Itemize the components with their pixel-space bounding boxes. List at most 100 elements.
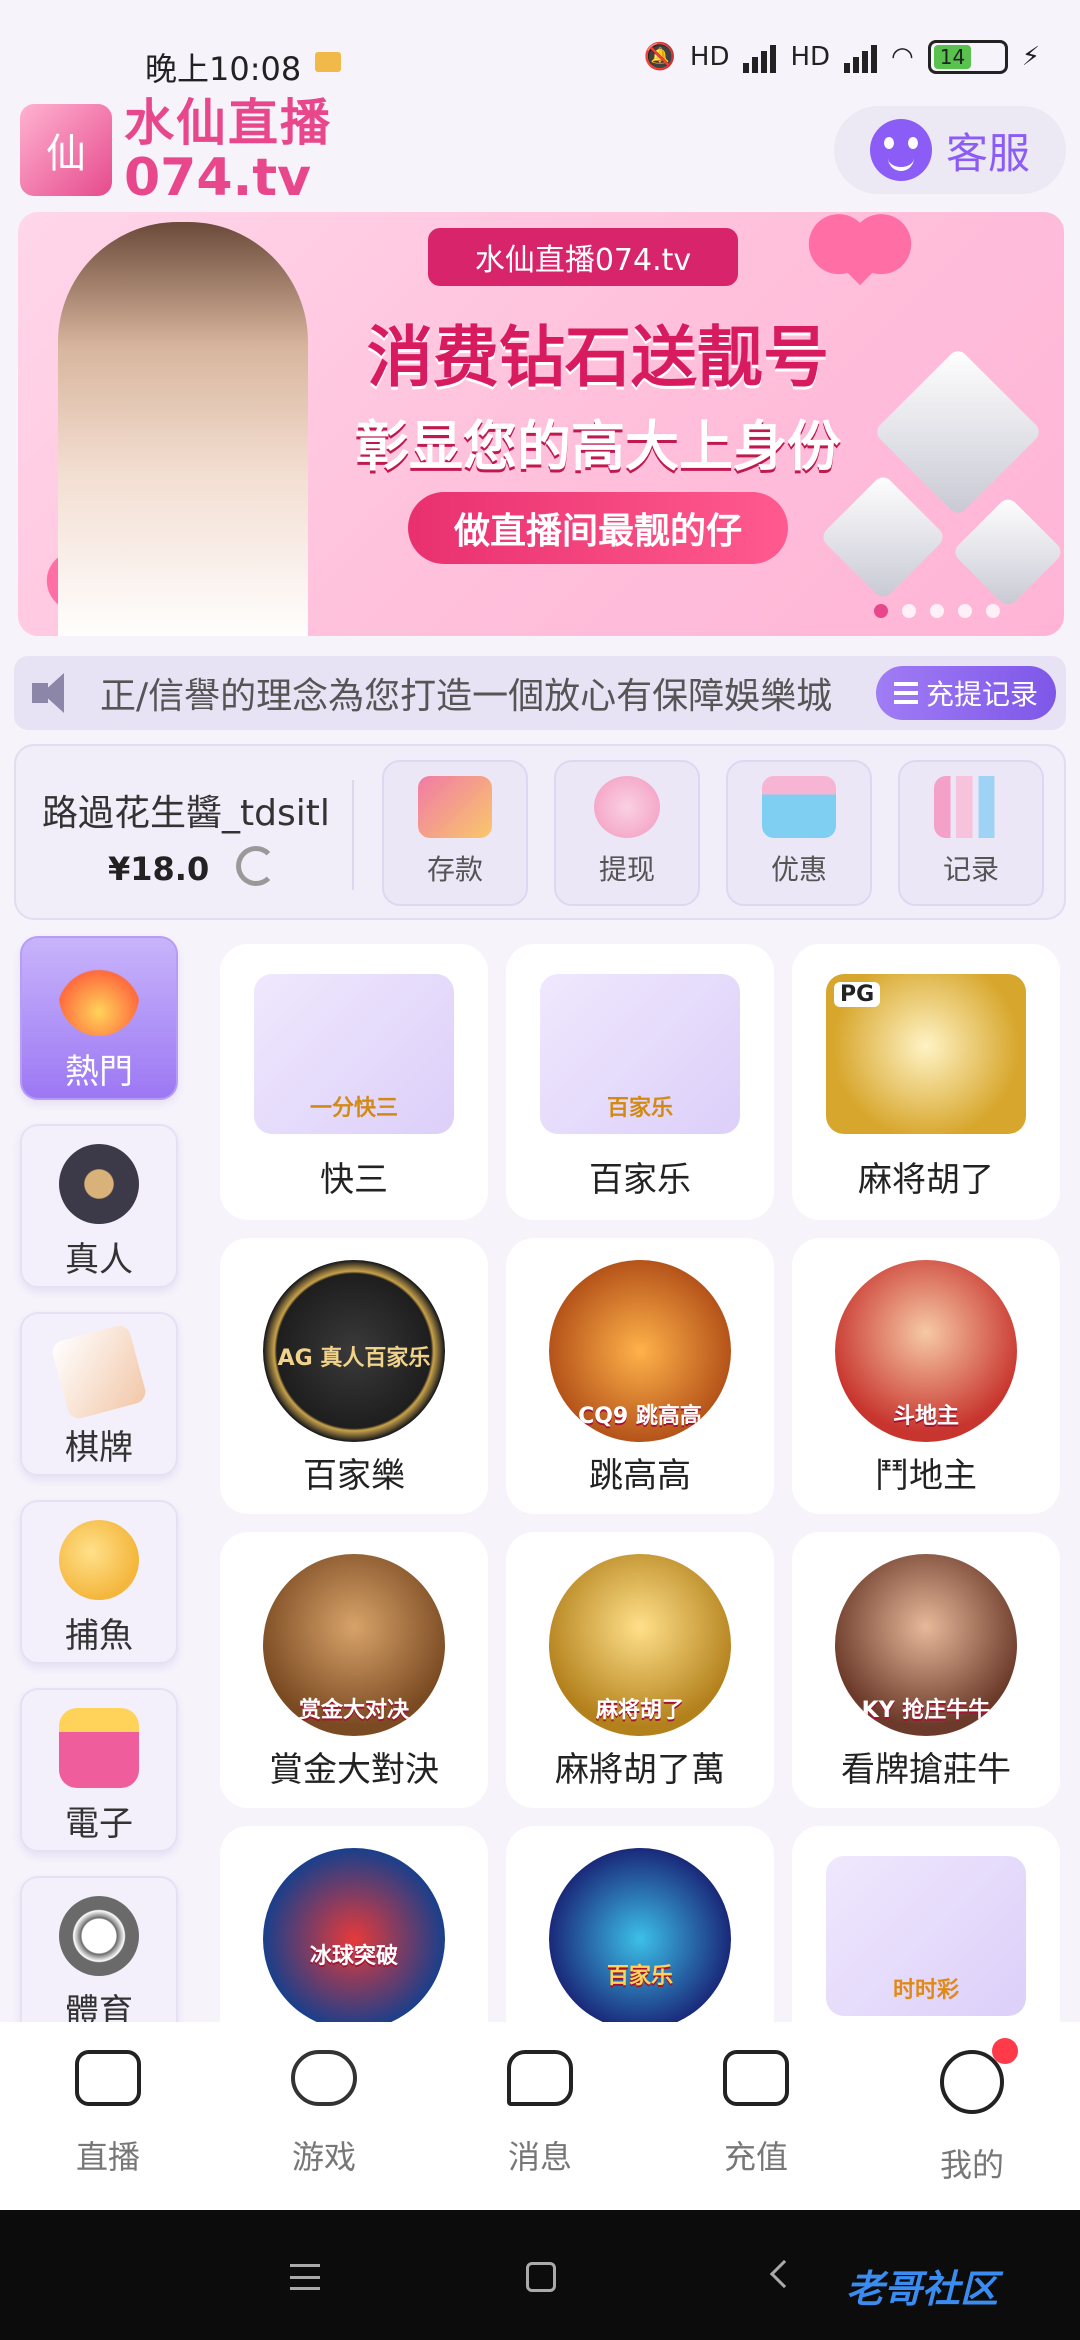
records-button[interactable]: 记录 <box>898 760 1044 906</box>
game-card-wl-baccarat[interactable]: 百家乐 <box>506 1826 774 2022</box>
promotions-label: 优惠 <box>770 853 827 886</box>
divider <box>352 780 354 890</box>
game-art: 时时彩 <box>826 1856 1026 2016</box>
banner-pill: 做直播间最靓的仔 <box>408 492 788 564</box>
game-art: 百家乐 <box>549 1848 731 2022</box>
provider-badge: PG <box>834 982 881 1007</box>
system-nav-bar: 老哥社区 <box>0 2210 1080 2340</box>
game-art-label: 时时彩 <box>892 1978 959 2003</box>
category-fishing[interactable]: 捕魚 <box>20 1500 178 1664</box>
game-art: KY 抢庄牛牛 <box>835 1554 1017 1736</box>
gamepad-icon <box>291 2050 357 2106</box>
game-card-grab-banker[interactable]: KY 抢庄牛牛 看牌搶莊牛 <box>792 1532 1060 1808</box>
card-icon <box>418 776 492 838</box>
game-card-lottery[interactable]: 时时彩 <box>792 1826 1060 2022</box>
deposit-label: 存款 <box>426 853 483 886</box>
tab-games[interactable]: 游戏 <box>216 2022 432 2210</box>
banner-ribbon: 水仙直播074.tv <box>428 228 738 286</box>
tab-label: 我的 <box>939 2146 1004 2184</box>
bottom-tab-bar: 直播 游戏 消息 充值 我的 <box>0 2022 1080 2210</box>
username: 路過花生醬_tdsitl <box>42 793 330 834</box>
deposit-withdraw-record-button[interactable]: 充提记录 <box>875 666 1056 720</box>
headset-icon <box>869 119 932 181</box>
promotions-button[interactable]: 优惠 <box>726 760 872 906</box>
category-sports[interactable]: 體育 <box>20 1876 178 2040</box>
game-card-landlord[interactable]: 斗地主 鬥地主 <box>792 1238 1060 1514</box>
charging-icon: ⚡ <box>1021 42 1040 72</box>
category-label: 熱門 <box>65 1052 133 1092</box>
tab-profile[interactable]: 我的 <box>864 2022 1080 2210</box>
game-card-mahjong-wan[interactable]: 麻将胡了 麻將胡了萬 <box>506 1532 774 1808</box>
records-label: 记录 <box>942 853 999 886</box>
tab-label: 直播 <box>75 2138 140 2176</box>
tab-live[interactable]: 直播 <box>0 2022 216 2210</box>
money-bag-icon <box>594 776 660 838</box>
network-label-1: HD <box>689 42 730 72</box>
balance: ¥18.0 <box>108 850 210 888</box>
category-slots[interactable]: 電子 <box>20 1688 178 1852</box>
menu-icon[interactable] <box>290 2264 320 2290</box>
game-art-label: 百家乐 <box>606 1096 673 1121</box>
game-art-label: 一分快三 <box>309 1096 398 1121</box>
tab-label: 消息 <box>507 2138 572 2176</box>
category-label: 捕魚 <box>65 1616 133 1656</box>
game-art-label: 斗地主 <box>892 1404 959 1429</box>
game-card-bounty-showdown[interactable]: 赏金大对决 賞金大對決 <box>220 1532 488 1808</box>
game-art: 百家乐 <box>540 974 740 1134</box>
record-button-label: 充提记录 <box>925 678 1038 711</box>
fish-icon <box>59 1520 139 1600</box>
game-art: CQ9 跳高高 <box>549 1260 731 1442</box>
category-hot[interactable]: 熱門 <box>20 936 178 1100</box>
game-title: 百家乐 <box>589 1160 691 1200</box>
mute-icon: 🔕 <box>643 42 676 72</box>
game-art-label: 麻将胡了 <box>595 1698 684 1723</box>
network-label-2: HD <box>790 42 831 72</box>
game-art-label: 百家乐 <box>606 1964 673 1989</box>
home-icon[interactable] <box>526 2262 556 2292</box>
banner-subtitle: 彰显您的高大上身份 <box>355 415 841 478</box>
brand-title: 水仙直播 074.tv <box>124 98 332 204</box>
game-title: 鬥地主 <box>875 1456 977 1496</box>
app-logo: 仙 <box>20 104 112 196</box>
diamond-icon <box>951 495 1064 609</box>
game-card-mahjong-ways[interactable]: PG 麻将胡了 <box>792 944 1060 1220</box>
bar-chart-icon <box>934 776 1008 838</box>
logo-text: 仙 <box>46 131 86 177</box>
customer-service-button[interactable]: 客服 <box>834 106 1066 194</box>
banner-pager[interactable] <box>874 604 1000 618</box>
deposit-button[interactable]: 存款 <box>382 760 528 906</box>
game-art: 一分快三 <box>254 974 454 1134</box>
game-art: PG <box>826 974 1026 1134</box>
game-card-jump-high[interactable]: CQ9 跳高高 跳高高 <box>506 1238 774 1514</box>
gift-icon <box>762 776 836 838</box>
chat-icon <box>507 2050 573 2106</box>
game-title: 快三 <box>320 1160 388 1200</box>
game-card-kuaisan[interactable]: 一分快三 快三 <box>220 944 488 1220</box>
football-icon <box>59 1896 139 1976</box>
signal-icon <box>743 41 777 73</box>
notification-badge <box>992 2038 1018 2064</box>
category-live[interactable]: 真人 <box>20 1124 178 1288</box>
banner-title: 消费钻石送靓号 <box>367 319 829 396</box>
game-art-label: 赏金大对决 <box>298 1698 409 1723</box>
cards-icon <box>50 1323 148 1421</box>
game-title: 百家樂 <box>303 1456 405 1496</box>
game-card-ag-baccarat[interactable]: AG 真人百家乐 百家樂 <box>220 1238 488 1514</box>
game-card-ice-hockey[interactable]: 冰球突破 <box>220 1826 488 2022</box>
game-art-label: 冰球突破 <box>309 1944 398 1969</box>
refresh-icon[interactable] <box>236 846 276 886</box>
promo-banner[interactable]: 水仙直播074.tv 消费钻石送靓号 彰显您的高大上身份 做直播间最靓的仔 <box>18 212 1064 636</box>
battery-icon: 14 <box>927 40 1008 74</box>
camera-icon <box>75 2050 141 2106</box>
back-icon[interactable] <box>769 2259 799 2289</box>
category-board[interactable]: 棋牌 <box>20 1312 178 1476</box>
diamond-icon <box>819 473 947 601</box>
category-label: 真人 <box>65 1240 133 1280</box>
account-card: 路過花生醬_tdsitl ¥18.0 存款 提现 优惠 记录 <box>14 744 1066 920</box>
customer-service-label: 客服 <box>945 128 1030 178</box>
tab-messages[interactable]: 消息 <box>432 2022 648 2210</box>
withdraw-button[interactable]: 提现 <box>554 760 700 906</box>
game-card-baccarat[interactable]: 百家乐 百家乐 <box>506 944 774 1220</box>
wifi-icon: ◠ <box>891 42 914 72</box>
tab-recharge[interactable]: 充值 <box>648 2022 864 2210</box>
